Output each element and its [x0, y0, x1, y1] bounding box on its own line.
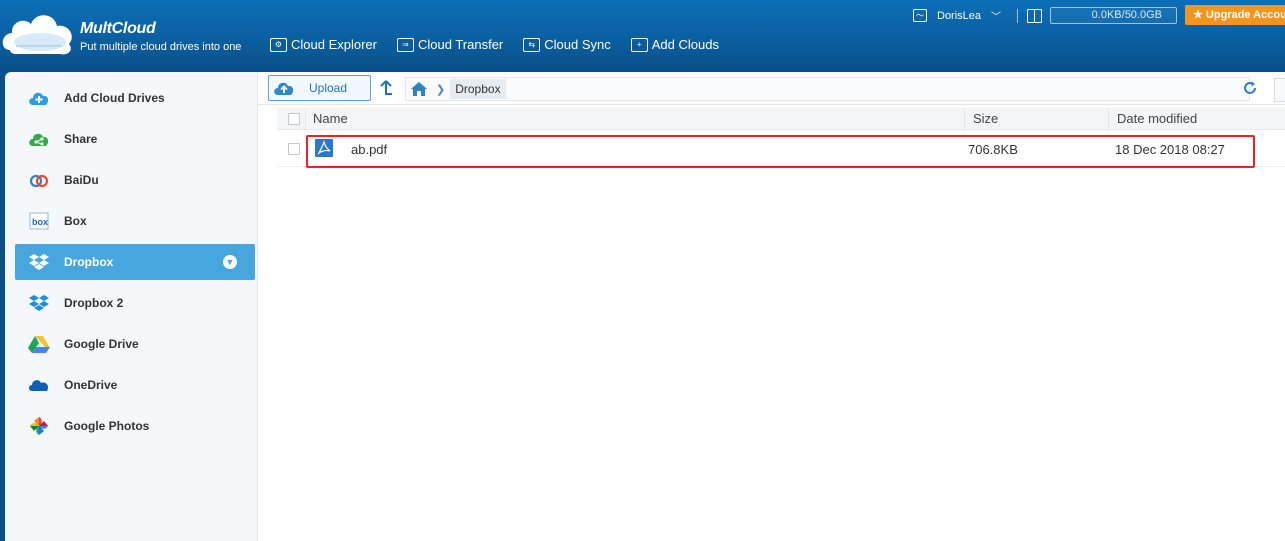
cloud-explorer-icon: ⚙ [270, 37, 287, 52]
user-menu[interactable]: 〜 DorisLea ﹀ [913, 8, 1001, 23]
column-header-name[interactable]: Name [313, 111, 348, 126]
sidebar-item-label: OneDrive [64, 378, 118, 392]
sidebar-item-baidu[interactable]: BaiDu [15, 162, 255, 198]
sidebar-item-box[interactable]: box Box [15, 203, 255, 239]
google-photos-icon [28, 416, 50, 436]
sidebar-item-label: Share [64, 132, 98, 146]
table-header: Name Size Date modified [277, 108, 1285, 130]
refresh-icon[interactable] [1242, 80, 1258, 96]
table-row[interactable]: ab.pdf 706.8KB 18 Dec 2018 08:27 [277, 135, 1285, 167]
sidebar-item-label: Dropbox 2 [64, 296, 124, 310]
box-icon: box [28, 211, 50, 231]
sidebar-item-google-photos[interactable]: Google Photos [15, 408, 255, 444]
nav-label: Cloud Explorer [291, 37, 377, 52]
pdf-icon [315, 139, 333, 157]
file-name: ab.pdf [351, 142, 388, 157]
storage-usage: 0.0KB/50.0GB [1050, 7, 1177, 24]
explorer-toolbar: Upload ❯ Dropbox [258, 72, 1285, 105]
dropbox-icon [28, 293, 50, 313]
upload-label: Upload [309, 81, 348, 95]
sidebar-item-label: Google Photos [64, 419, 150, 433]
header-divider [1017, 9, 1018, 23]
onedrive-icon [28, 375, 50, 395]
sidebar-item-google-drive[interactable]: Google Drive [15, 326, 255, 362]
row-checkbox[interactable] [288, 143, 300, 155]
google-drive-icon [28, 334, 50, 354]
sidebar: Add Cloud Drives Share BaiDu box Box Dro… [5, 72, 257, 541]
upload-cloud-icon [274, 82, 294, 95]
sidebar-item-share[interactable]: Share [15, 121, 255, 157]
username: DorisLea [937, 9, 982, 22]
sidebar-item-label: Add Cloud Drives [64, 91, 165, 105]
sidebar-item-add-cloud-drives[interactable]: Add Cloud Drives [15, 80, 255, 116]
gift-icon[interactable] [1027, 9, 1042, 23]
parent-folder-icon[interactable] [379, 79, 393, 97]
select-all-checkbox[interactable] [288, 113, 300, 125]
chevron-down-icon: ﹀ [991, 12, 1002, 23]
chevron-down-icon[interactable]: ▼ [223, 255, 237, 269]
main-nav: ⚙ Cloud Explorer ⇒ Cloud Transfer ⇆ Clou… [270, 37, 739, 52]
sidebar-item-label: Box [64, 214, 87, 228]
user-activity-icon: 〜 [913, 9, 927, 22]
nav-label: Cloud Sync [544, 37, 611, 52]
brand-slogan: Put multiple cloud drives into one [80, 41, 242, 53]
home-icon[interactable] [410, 81, 428, 97]
add-cloud-icon [28, 88, 50, 108]
svg-text:box: box [32, 217, 48, 227]
more-options-button[interactable] [1274, 78, 1285, 102]
upload-button[interactable]: Upload [268, 75, 371, 101]
breadcrumb-item[interactable]: Dropbox [450, 79, 506, 99]
sidebar-item-label: Dropbox [64, 255, 114, 269]
file-explorer-panel: Upload ❯ Dropbox Name Size Date modified… [257, 72, 1285, 541]
column-divider [1108, 108, 1109, 130]
nav-cloud-transfer[interactable]: ⇒ Cloud Transfer [397, 37, 503, 52]
file-date-modified: 18 Dec 2018 08:27 [1115, 142, 1225, 157]
share-icon [28, 129, 50, 149]
baidu-icon [28, 170, 50, 190]
nav-cloud-explorer[interactable]: ⚙ Cloud Explorer [270, 37, 377, 52]
column-divider [305, 108, 306, 130]
file-size: 706.8KB [968, 142, 1018, 157]
column-divider [964, 108, 965, 130]
breadcrumb: ❯ Dropbox [405, 77, 1250, 101]
cloud-sync-icon: ⇆ [523, 37, 541, 52]
sidebar-item-label: Google Drive [64, 337, 139, 351]
column-header-date[interactable]: Date modified [1117, 111, 1197, 126]
dropbox-icon [28, 252, 50, 272]
sidebar-item-dropbox[interactable]: Dropbox ▼ [15, 244, 255, 280]
nav-add-clouds[interactable]: + Add Clouds [630, 37, 719, 52]
column-header-size[interactable]: Size [973, 111, 998, 126]
sidebar-item-onedrive[interactable]: OneDrive [15, 367, 255, 403]
cloud-transfer-icon: ⇒ [397, 37, 414, 52]
add-clouds-icon: + [630, 37, 648, 52]
upgrade-account-button[interactable]: ★ Upgrade Account [1185, 5, 1285, 25]
sidebar-item-label: BaiDu [64, 173, 99, 187]
chevron-right-icon: ❯ [436, 83, 446, 96]
nav-cloud-sync[interactable]: ⇆ Cloud Sync [523, 37, 611, 52]
nav-label: Add Clouds [651, 37, 719, 52]
nav-label: Cloud Transfer [418, 37, 504, 52]
top-header: MultCloud Put multiple cloud drives into… [0, 0, 1285, 72]
sidebar-item-dropbox-2[interactable]: Dropbox 2 [15, 285, 255, 321]
brand-name: MultCloud [80, 20, 156, 37]
multcloud-logo-icon[interactable] [2, 6, 78, 62]
